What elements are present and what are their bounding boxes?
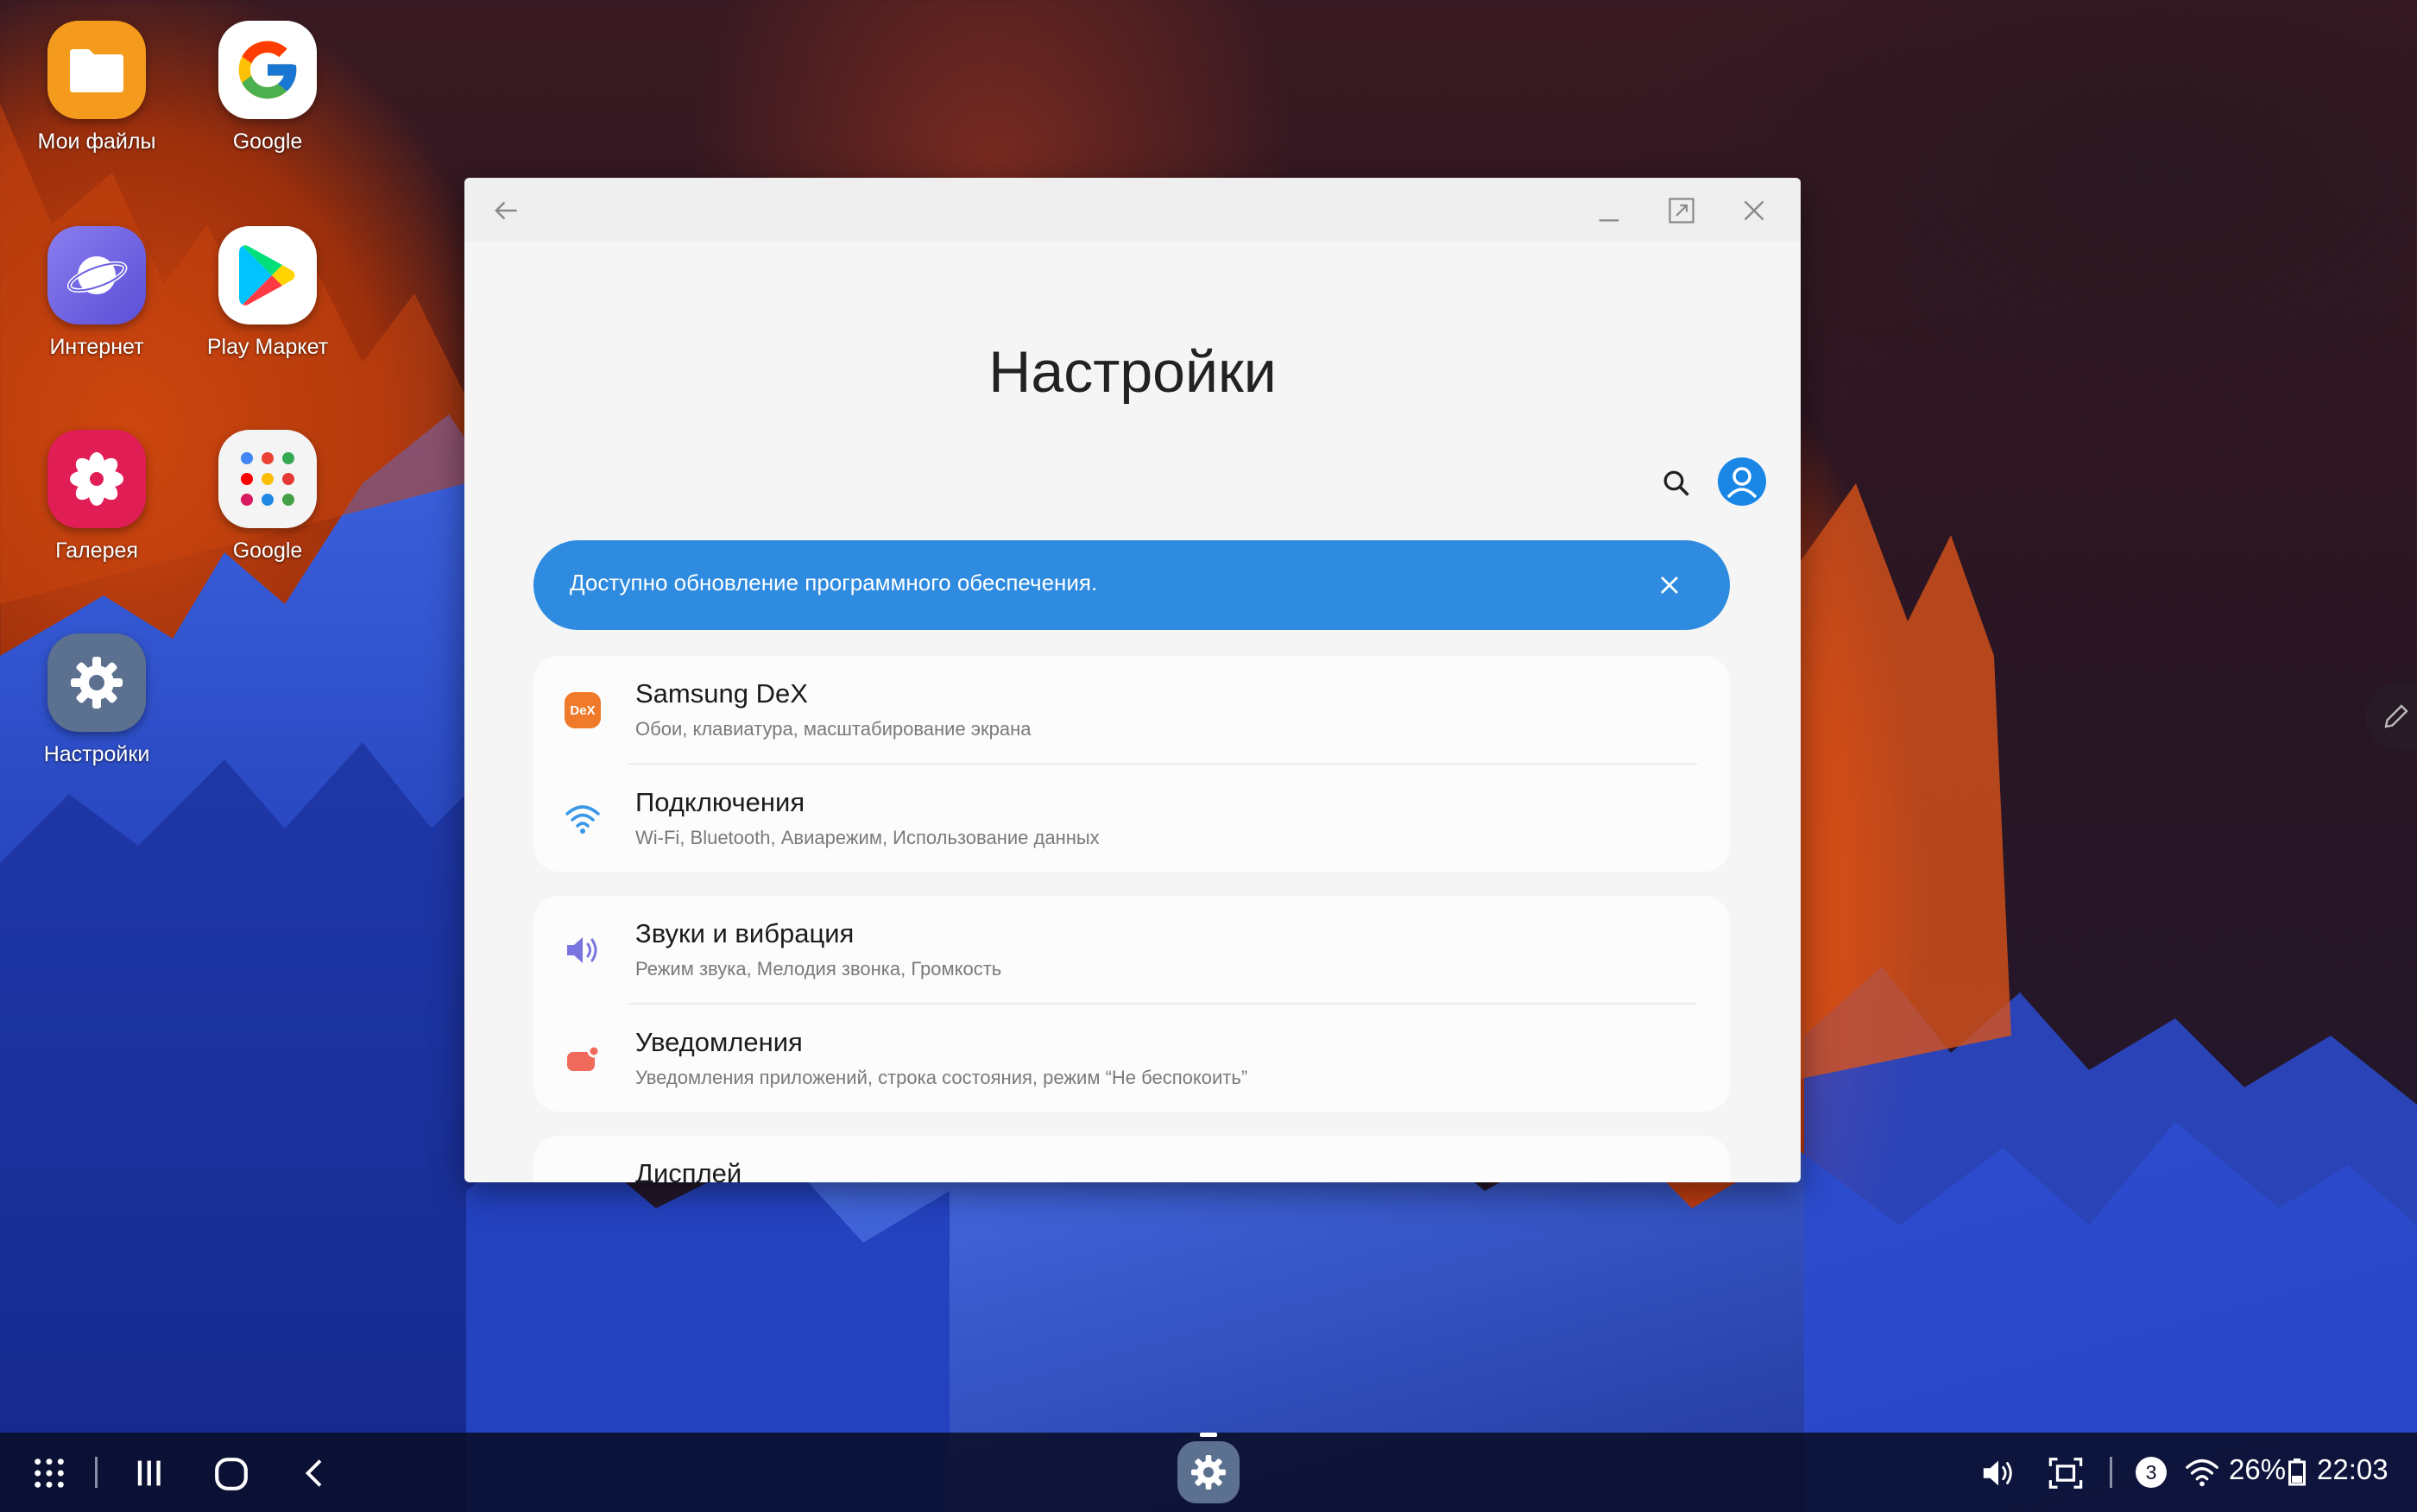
wifi-icon [563, 799, 603, 839]
desktop-icon-label: Настройки [43, 742, 150, 766]
update-banner[interactable]: Доступно обновление программного обеспеч… [533, 540, 1730, 630]
settings-gear-icon [1191, 1455, 1226, 1490]
internet-planet-icon [47, 226, 146, 324]
apps-button[interactable] [26, 1450, 73, 1496]
setting-item-notifications[interactable]: Уведомления Уведомления приложений, стро… [533, 1005, 1730, 1112]
setting-item-subtitle: Уведомления приложений, строка состояния… [635, 1067, 1248, 1088]
settings-group-1: DeX Samsung DeX Обои, клавиатура, масшта… [533, 656, 1730, 872]
setting-item-title: Звуки и вибрация [635, 918, 855, 948]
desktop-icon-google[interactable]: Google [181, 21, 354, 154]
desktop-icon-google-folder[interactable]: Google [181, 430, 354, 564]
setting-item-title: Дисплей [635, 1158, 742, 1182]
back-chevron-icon [305, 1459, 322, 1487]
volume-button[interactable] [1977, 1452, 2020, 1495]
settings-gear-icon [47, 633, 146, 732]
setting-item-subtitle: Wi-Fi, Bluetooth, Авиарежим, Использован… [635, 827, 1100, 848]
desktop-icon-internet[interactable]: Интернет [10, 226, 183, 360]
recents-button[interactable] [126, 1450, 173, 1496]
taskbar-app-settings[interactable] [1177, 1441, 1240, 1503]
settings-group-2: Звуки и вибрация Режим звука, Мелодия зв… [533, 896, 1730, 1112]
play-store-icon [218, 226, 317, 324]
battery-percent: 26% [2229, 1453, 2287, 1485]
speaker-icon [563, 930, 603, 970]
desktop-icon-my-files[interactable]: Мои файлы [10, 21, 183, 154]
desktop-icon-label: Google [232, 129, 303, 154]
desktop-icon-label: Google [232, 539, 303, 563]
account-button[interactable] [1718, 457, 1766, 506]
desktop-icon-gallery[interactable]: Галерея [10, 430, 183, 564]
desktop-icon-label: Интернет [49, 335, 144, 359]
screen-capture-icon [2048, 1458, 2083, 1489]
folder-icon [47, 21, 146, 119]
pen-icon [2384, 704, 2408, 728]
settings-content: Настройки Доступно обновление программно… [464, 178, 1801, 1182]
settings-window: Настройки Доступно обновление программно… [464, 178, 1801, 1182]
notification-icon [563, 1039, 603, 1079]
setting-item-subtitle: Режим звука, Мелодия звонка, Громкость [635, 958, 1002, 980]
dismiss-banner-button[interactable] [1654, 570, 1685, 601]
display-icon [563, 1170, 603, 1182]
setting-item-title: Уведомления [635, 1027, 803, 1057]
taskbar-separator [95, 1457, 98, 1488]
notification-count: 3 [2145, 1460, 2157, 1484]
taskbar-separator [2110, 1457, 2112, 1488]
running-app-indicator [1200, 1433, 1217, 1437]
desktop-icon-label: Play Маркет [206, 335, 329, 359]
search-icon [1663, 470, 1689, 496]
wifi-status [2182, 1453, 2222, 1491]
home-icon [215, 1458, 248, 1490]
google-apps-folder-icon [218, 430, 317, 528]
desktop-icon-settings[interactable]: Настройки [10, 633, 183, 767]
page-title: Настройки [988, 339, 1277, 405]
desktop-icon-label: Мои файлы [37, 129, 156, 154]
apps-grid-icon [35, 1458, 64, 1488]
google-logo-icon [218, 21, 317, 119]
setting-item-title: Samsung DeX [635, 678, 808, 709]
wifi-signal-icon [2186, 1458, 2218, 1487]
setting-item-connections[interactable]: Подключения Wi-Fi, Bluetooth, Авиарежим,… [533, 765, 1730, 872]
setting-item-display[interactable]: Дисплей [533, 1136, 1730, 1182]
back-nav-button[interactable] [292, 1450, 338, 1496]
home-button[interactable] [207, 1450, 256, 1498]
volume-icon [1983, 1460, 2012, 1486]
dex-icon: DeX [563, 690, 603, 730]
update-banner-text: Доступно обновление программного обеспеч… [570, 570, 1098, 595]
desktop-icon-play-market[interactable]: Play Маркет [181, 226, 354, 360]
gallery-flower-icon [47, 430, 146, 528]
clock: 22:03 [2317, 1453, 2389, 1485]
desktop-icon-label: Галерея [55, 539, 138, 563]
notification-count-badge[interactable]: 3 [2136, 1457, 2167, 1488]
recents-icon [137, 1460, 161, 1486]
setting-item-sounds[interactable]: Звуки и вибрация Режим звука, Мелодия зв… [533, 896, 1730, 1003]
setting-item-subtitle: Обои, клавиатура, масштабирование экрана [635, 718, 1032, 740]
setting-item-title: Подключения [635, 787, 805, 817]
settings-group-3: Дисплей [533, 1136, 1730, 1182]
avatar-icon [1726, 467, 1758, 499]
screenshot-button[interactable] [2044, 1452, 2087, 1495]
battery-icon [2288, 1457, 2307, 1488]
close-icon [1661, 576, 1678, 594]
setting-item-samsung-dex[interactable]: DeX Samsung DeX Обои, клавиатура, масшта… [533, 656, 1730, 763]
search-button[interactable] [1654, 461, 1699, 506]
